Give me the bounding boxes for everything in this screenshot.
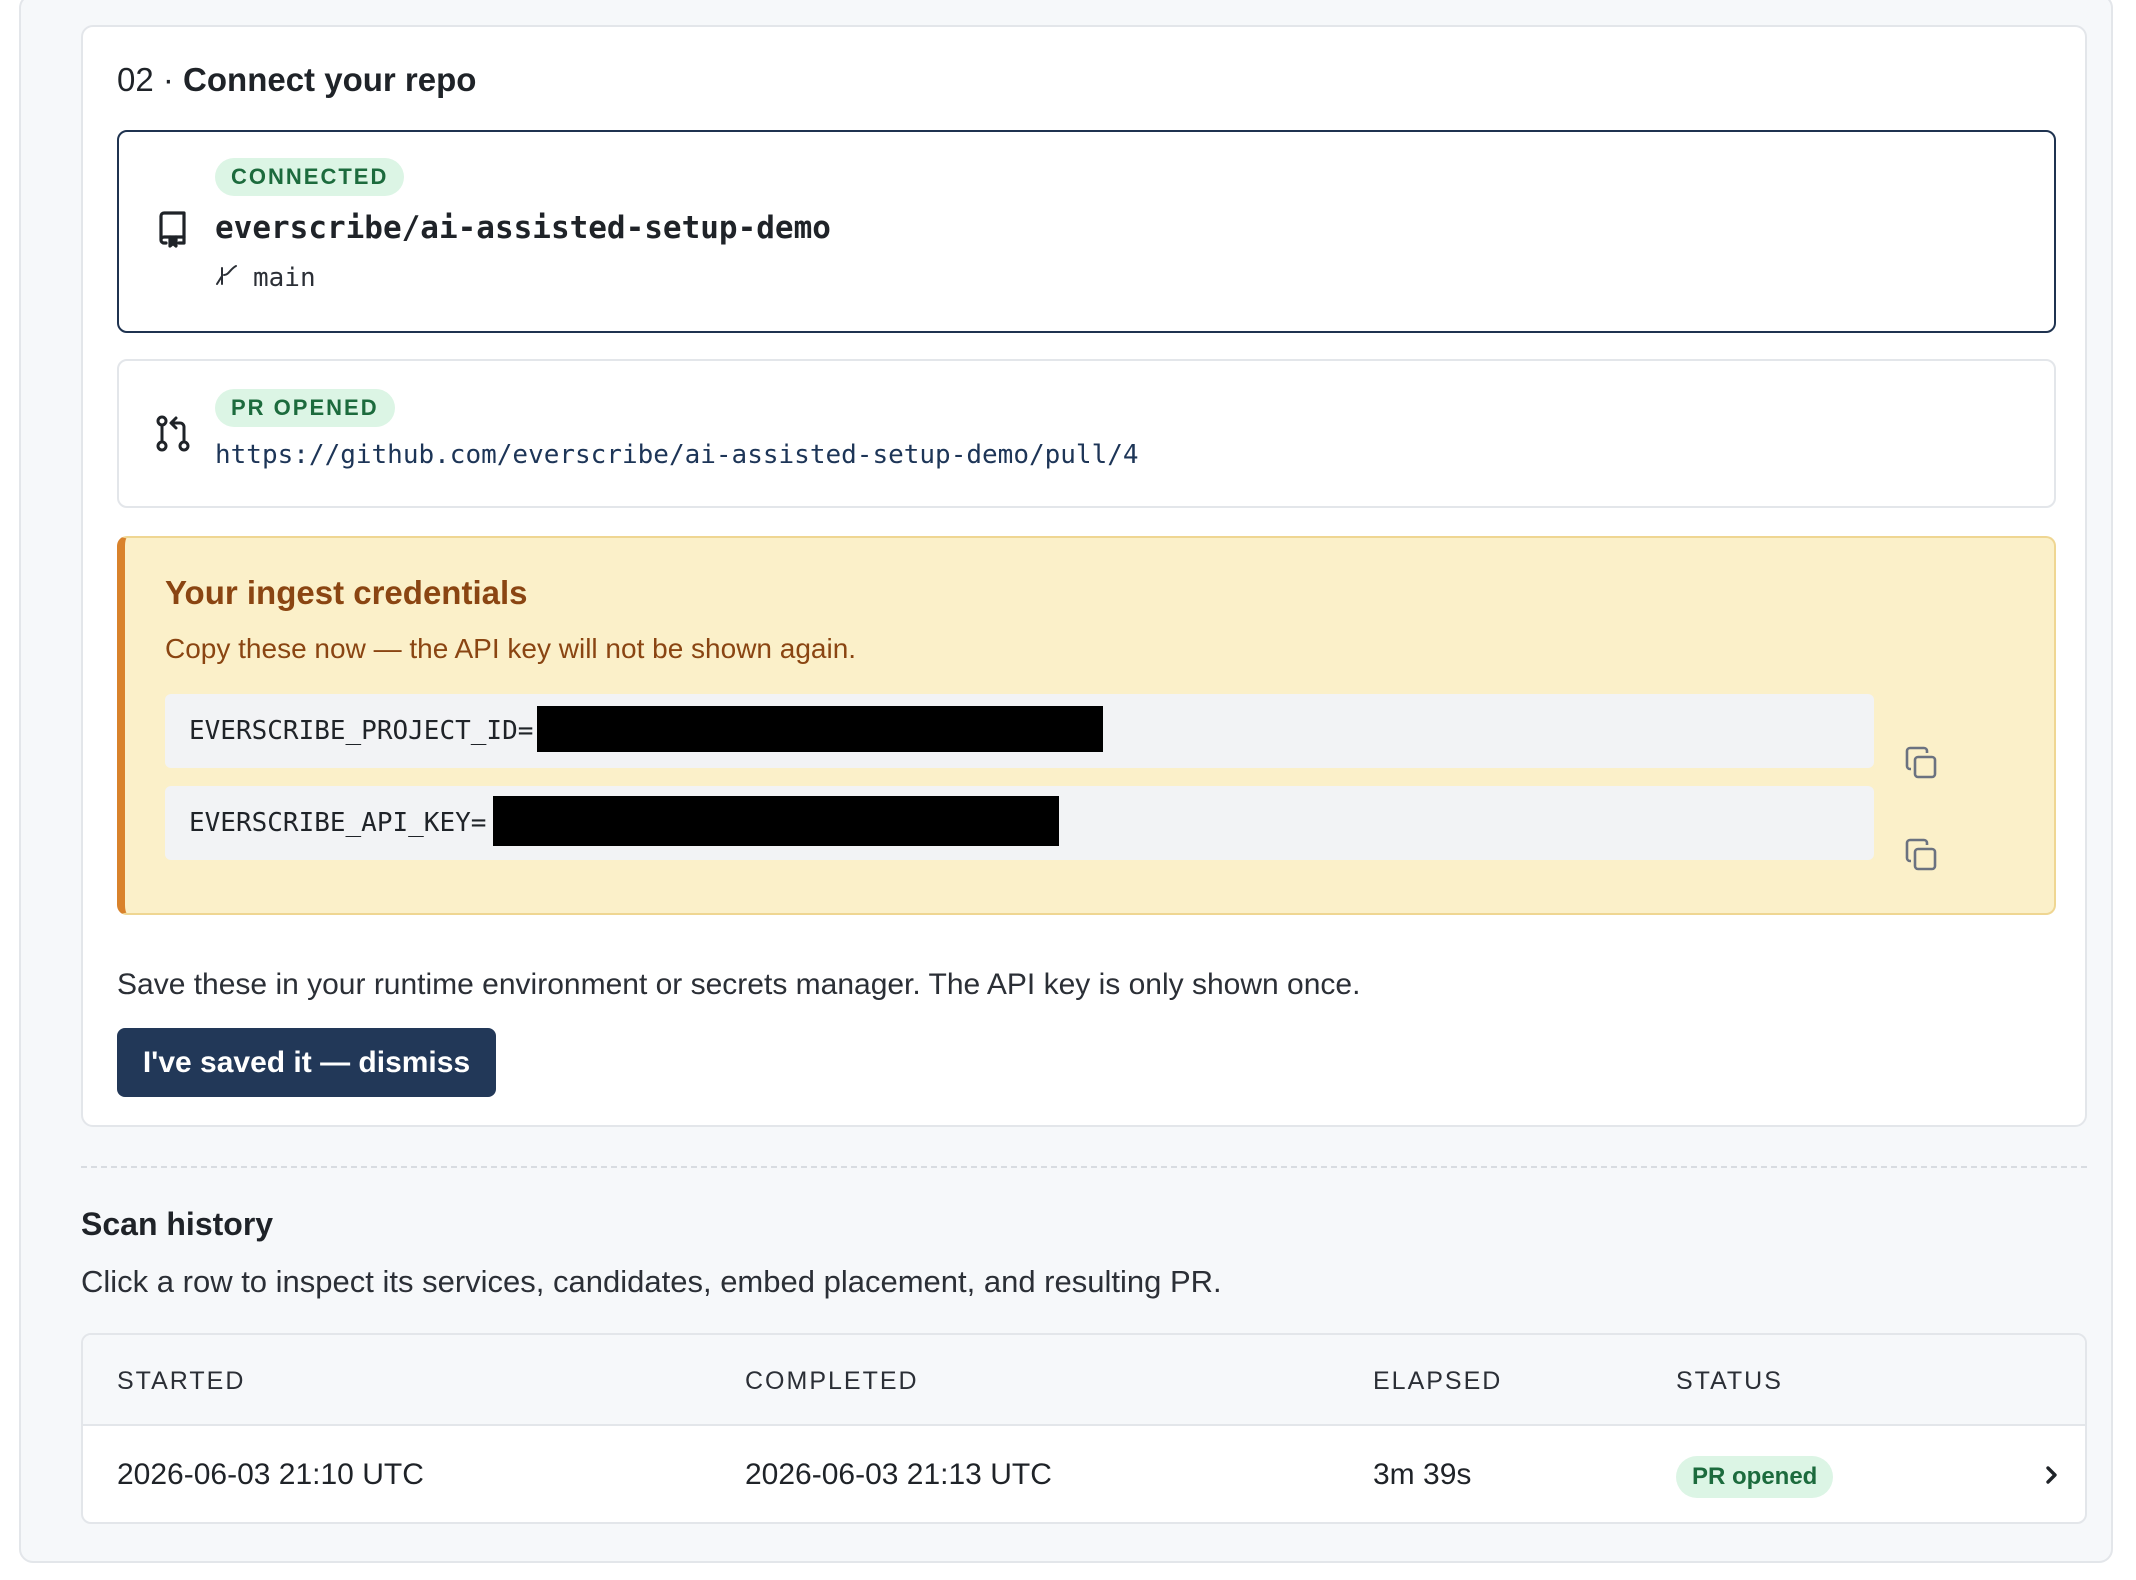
pull-request-card: PR OPENED https://github.com/everscribe/… — [117, 359, 2056, 508]
scan-history-subtitle: Click a row to inspect its services, can… — [81, 1264, 1222, 1299]
credentials-title: Your ingest credentials — [165, 574, 528, 611]
dismiss-button[interactable]: I've saved it — dismiss — [117, 1028, 496, 1097]
connect-repo-step: 02 · Connect your repo CONNECTED everscr… — [81, 25, 2087, 1127]
connected-badge: CONNECTED — [215, 158, 405, 196]
branch-row: main — [215, 262, 316, 293]
column-header-started: STARTED — [117, 1367, 246, 1395]
column-header-status: STATUS — [1676, 1367, 1783, 1395]
pull-request-icon — [153, 413, 193, 453]
section-divider — [81, 1166, 2087, 1168]
status-badge: PR opened — [1676, 1456, 1834, 1498]
ingest-credentials-callout: Your ingest credentials Copy these now —… — [117, 536, 2056, 915]
table-header: STARTED COMPLETED ELAPSED STATUS — [83, 1335, 2085, 1426]
api-key-label: EVERSCRIBE_API_KEY= — [189, 808, 487, 838]
connected-repo-card[interactable]: CONNECTED everscribe/ai-assisted-setup-d… — [117, 130, 2056, 333]
api-key-field[interactable]: EVERSCRIBE_API_KEY= — [165, 786, 1874, 860]
table-row[interactable]: 2026-06-03 21:10 UTC 2026-06-03 21:13 UT… — [83, 1426, 2085, 1522]
step-title: 02 · Connect your repo — [117, 61, 476, 99]
repo-icon — [153, 208, 193, 248]
credentials-subtitle: Copy these now — the API key will not be… — [165, 633, 857, 664]
project-id-label: EVERSCRIBE_PROJECT_ID= — [189, 716, 534, 746]
page-frame: 02 · Connect your repo CONNECTED everscr… — [19, 0, 2113, 1563]
repo-name: everscribe/ai-assisted-setup-demo — [215, 210, 831, 246]
api-key-redacted-value — [493, 796, 1059, 846]
cell-completed: 2026-06-03 21:13 UTC — [745, 1458, 1052, 1491]
copy-project-id-icon[interactable] — [1901, 743, 1941, 783]
copy-api-key-icon[interactable] — [1901, 835, 1941, 875]
chevron-right-icon[interactable] — [2037, 1458, 2067, 1492]
step-number: 02 · — [117, 61, 174, 98]
project-id-redacted-value — [537, 706, 1103, 752]
scan-history-title: Scan history — [81, 1206, 274, 1242]
column-header-elapsed: ELAPSED — [1373, 1367, 1503, 1395]
scan-history-table: STARTED COMPLETED ELAPSED STATUS 2026-06… — [81, 1333, 2087, 1524]
branch-name: main — [253, 262, 316, 293]
branch-icon — [215, 262, 239, 293]
column-header-completed: COMPLETED — [745, 1367, 919, 1395]
cell-elapsed: 3m 39s — [1373, 1458, 1472, 1491]
pr-opened-badge: PR OPENED — [215, 389, 395, 427]
pr-url-link[interactable]: https://github.com/everscribe/ai-assiste… — [215, 440, 1139, 470]
project-id-field[interactable]: EVERSCRIBE_PROJECT_ID= — [165, 694, 1874, 768]
cell-started: 2026-06-03 21:10 UTC — [117, 1458, 424, 1491]
save-credentials-note: Save these in your runtime environment o… — [117, 968, 1361, 1001]
step-name: Connect your repo — [183, 61, 477, 98]
